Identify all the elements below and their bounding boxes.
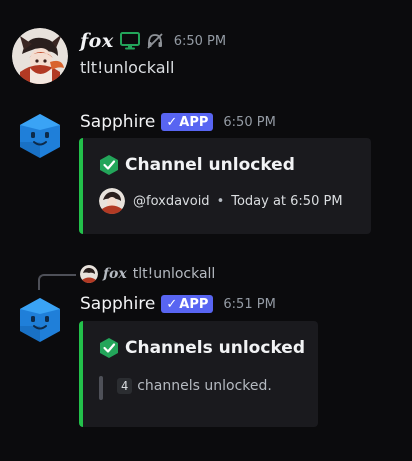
message-header: fox 6:50 PM: [80, 30, 226, 52]
verified-check-icon: [100, 338, 118, 358]
message-fox: fox 6:50 PM tlt!unlockall: [0, 0, 412, 100]
footer-separator: •: [216, 193, 225, 209]
embed-title-text: Channel unlocked: [125, 155, 295, 175]
message-header: Sapphire ✓ APP 6:51 PM: [80, 294, 276, 314]
sapphire-gem-icon: [20, 114, 60, 158]
embed-title: Channels unlocked: [99, 337, 305, 359]
message-sapphire-2: fox tlt!unlockall Sapphire ✓ APP 6:51 PM…: [0, 262, 412, 461]
author-name[interactable]: Sapphire: [80, 294, 155, 314]
embed-title-text: Channels unlocked: [125, 338, 305, 358]
author-name[interactable]: fox: [80, 30, 114, 52]
message-timestamp[interactable]: 6:50 PM: [223, 115, 275, 130]
message-header: Sapphire ✓ APP 6:50 PM: [80, 112, 276, 132]
app-badge-label: APP: [179, 296, 209, 312]
count-code: 4: [117, 378, 133, 394]
author-name[interactable]: Sapphire: [80, 112, 155, 132]
avatar-fox[interactable]: [12, 28, 68, 84]
app-badge: ✓ APP: [161, 113, 214, 131]
message-sapphire-1: Sapphire ✓ APP 6:50 PM Channel unlocked: [0, 100, 412, 245]
deafened-icon: [146, 32, 164, 50]
embed: Channels unlocked 4 channels unlocked.: [79, 321, 318, 427]
reply-content: tlt!unlockall: [132, 266, 216, 282]
message-timestamp[interactable]: 6:51 PM: [223, 297, 275, 312]
reply-avatar-icon: [80, 265, 98, 283]
reply-author[interactable]: fox: [103, 266, 127, 282]
footer-user[interactable]: @foxdavoid: [133, 194, 210, 209]
footer-time: Today at 6:50 PM: [231, 193, 343, 209]
embed-title: Channel unlocked: [99, 154, 295, 176]
message-content: tlt!unlockall: [80, 58, 175, 77]
avatar-sapphire[interactable]: [16, 112, 64, 160]
footer-avatar-icon: [99, 188, 125, 214]
reply-preview[interactable]: fox tlt!unlockall: [80, 265, 215, 283]
sapphire-gem-icon: [20, 298, 60, 342]
fox-avatar-icon: [12, 28, 68, 84]
embed: Channel unlocked @foxdavoid • Today at 6…: [79, 138, 371, 234]
reply-connector: [38, 274, 76, 290]
blockquote-bar: [99, 376, 103, 400]
avatar-sapphire[interactable]: [16, 296, 64, 344]
embed-description: 4 channels unlocked.: [117, 378, 272, 394]
checkmark-icon: ✓: [166, 296, 178, 312]
app-badge-label: APP: [179, 114, 209, 130]
message-timestamp[interactable]: 6:50 PM: [174, 34, 226, 49]
verified-check-icon: [100, 155, 118, 175]
app-badge: ✓ APP: [161, 295, 214, 313]
monitor-icon: [119, 32, 140, 50]
checkmark-icon: ✓: [166, 114, 178, 130]
embed-footer: @foxdavoid • Today at 6:50 PM: [99, 188, 343, 214]
description-text: channels unlocked.: [137, 378, 272, 394]
